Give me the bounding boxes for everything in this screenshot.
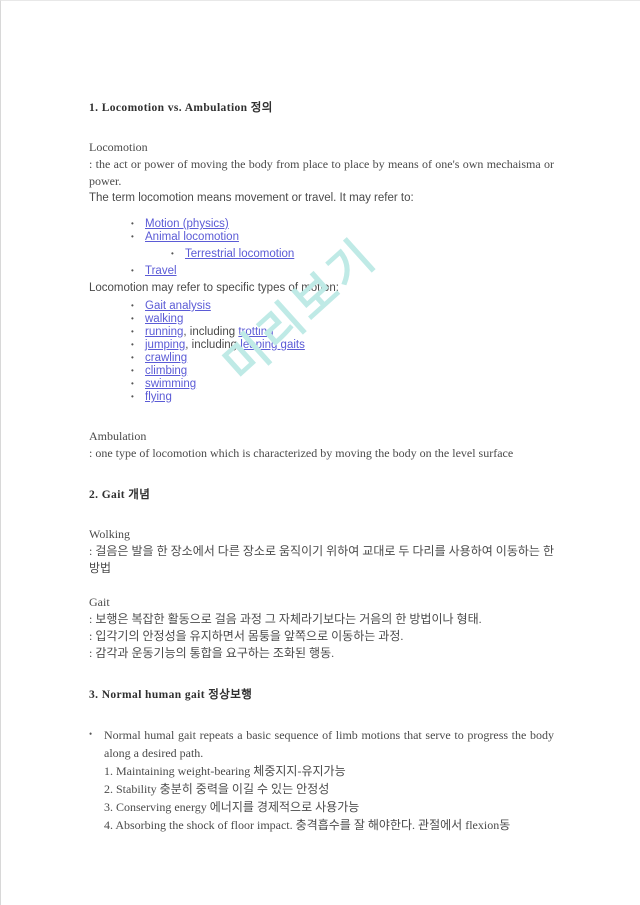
link-animal-locomotion[interactable]: Animal locomotion — [145, 231, 239, 243]
list-item[interactable]: Terrestrial locomotion — [167, 247, 554, 261]
list-item[interactable]: Gait analysis — [127, 299, 554, 313]
list-item: 4. Absorbing the shock of floor impact. … — [104, 818, 511, 832]
gait-definition-3: : 감각과 운동기능의 통합을 요구하는 조화된 행동. — [89, 646, 335, 660]
link-terrestrial-locomotion[interactable]: Terrestrial locomotion — [185, 248, 294, 260]
normal-gait-requirements: 1. Maintaining weight-bearing 체중지지-유지가능 … — [104, 762, 554, 834]
link-gait-analysis[interactable]: Gait analysis — [145, 300, 211, 312]
list-item: 1. Maintaining weight-bearing 체중지지-유지가능 — [104, 764, 346, 778]
wolking-title: Wolking — [89, 527, 131, 541]
list-item[interactable]: running, including trotting — [127, 325, 554, 339]
list-item[interactable]: Motion (physics) — [127, 217, 554, 231]
list-item: 3. Conserving energy 에너지를 경제적으로 사용가능 — [104, 800, 360, 814]
link-climbing[interactable]: climbing — [145, 365, 187, 377]
ambulation-definition: : one type of locomotion which is charac… — [89, 446, 514, 460]
jumping-separator: , including — [185, 339, 241, 351]
gait-title: Gait — [89, 595, 110, 609]
normal-gait-bullet: Normal humal gait repeats a basic sequen… — [89, 725, 554, 762]
link-jumping[interactable]: jumping — [145, 339, 185, 351]
list-item[interactable]: jumping, including leaping gaits — [127, 338, 554, 352]
document-content: 1. Locomotion vs. Ambulation 정의 Locomoti… — [89, 99, 554, 834]
document-page: 미리보기 1. Locomotion vs. Ambulation 정의 Loc… — [0, 0, 640, 905]
locomotion-title: Locomotion — [89, 140, 148, 154]
section-2-heading: 2. Gait 개념 — [89, 489, 151, 501]
locomotion-definition: : the act or power of moving the body fr… — [89, 157, 554, 188]
list-item[interactable]: flying — [127, 390, 554, 404]
link-leaping-gaits[interactable]: leaping gaits — [240, 339, 305, 351]
list-item[interactable]: climbing — [127, 364, 554, 378]
ambulation-title: Ambulation — [89, 429, 147, 443]
locomotion-link-list-2: Gait analysis walking running, including… — [89, 299, 554, 404]
list-item[interactable]: Animal locomotion — [127, 230, 554, 244]
link-swimming[interactable]: swimming — [145, 378, 196, 390]
link-motion-physics[interactable]: Motion (physics) — [145, 218, 229, 230]
section-3-heading: 3. Normal human gait 정상보행 — [89, 689, 253, 701]
link-walking[interactable]: walking — [145, 313, 183, 325]
link-running[interactable]: running — [145, 326, 183, 338]
wolking-definition: : 걸음은 발을 한 장소에서 다른 장소로 움직이기 위하여 교대로 두 다리… — [89, 544, 554, 575]
list-item[interactable]: walking — [127, 312, 554, 326]
locomotion-intro: The term locomotion means movement or tr… — [89, 192, 414, 204]
gait-definition-2: : 입각기의 안정성을 유지하면서 몸퉁을 앞쪽으로 이동하는 과정. — [89, 629, 404, 643]
list-item: 2. Stability 충분히 중력을 이길 수 있는 안정성 — [104, 782, 330, 796]
gait-definition-1: : 보행은 복잡한 활동으로 걸음 과정 그 자체라기보다는 거음의 한 방법이… — [89, 612, 482, 626]
link-crawling[interactable]: crawling — [145, 352, 187, 364]
link-travel[interactable]: Travel — [145, 265, 177, 277]
link-flying[interactable]: flying — [145, 391, 172, 403]
running-separator: , including — [183, 326, 239, 338]
locomotion-link-list-1: Motion (physics) Animal locomotion Terre… — [89, 217, 554, 278]
section-1-heading: 1. Locomotion vs. Ambulation 정의 — [89, 102, 273, 114]
specific-types-intro: Locomotion may refer to specific types o… — [89, 282, 339, 294]
link-trotting[interactable]: trotting — [238, 326, 273, 338]
list-item[interactable]: swimming — [127, 377, 554, 391]
list-item[interactable]: Travel — [127, 264, 554, 278]
list-item[interactable]: crawling — [127, 351, 554, 365]
